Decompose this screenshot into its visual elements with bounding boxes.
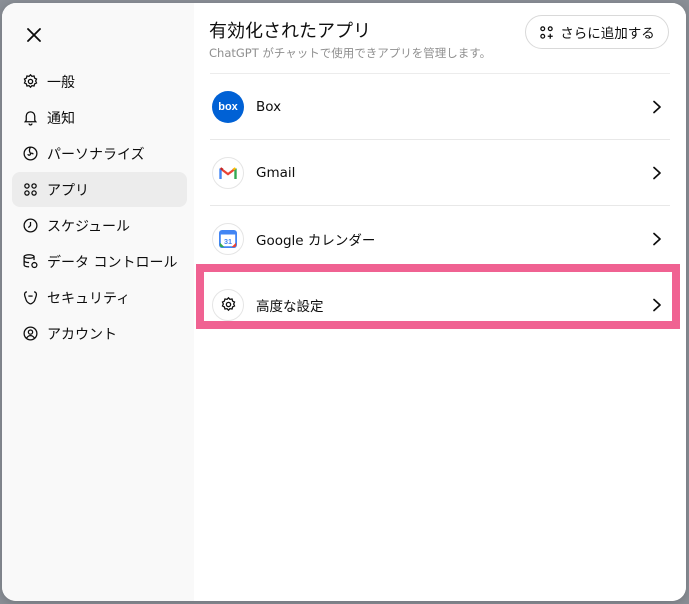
- sidebar-item-label: 一般: [47, 74, 75, 91]
- account-icon: [22, 325, 39, 342]
- settings-sidebar: 一般 通知 パーソナライズ アプリ スケジュール データ コントロール セキュリ…: [2, 3, 194, 601]
- settings-nav: 一般 通知 パーソナライズ アプリ スケジュール データ コントロール セキュリ…: [12, 64, 187, 352]
- clock-icon: [22, 217, 39, 234]
- box-logo-icon: box: [212, 90, 244, 123]
- apps-grid-icon: [22, 181, 39, 198]
- add-apps-icon: [540, 25, 553, 39]
- app-row-gmail[interactable]: Gmail: [210, 139, 670, 205]
- sidebar-item-notifications[interactable]: 通知: [12, 100, 187, 135]
- gear-icon: [22, 73, 39, 90]
- app-label: Google カレンダー: [256, 232, 376, 249]
- close-icon: [27, 28, 41, 42]
- page-title: 有効化されたアプリ: [209, 21, 371, 42]
- app-label: Box: [256, 98, 282, 115]
- page-subtitle: ChatGPT がチャットで使用できアプリを管理します。: [209, 46, 492, 60]
- shield-icon: [22, 289, 39, 306]
- sidebar-item-label: セキュリティ: [47, 290, 131, 307]
- sidebar-item-schedule[interactable]: スケジュール: [12, 208, 187, 243]
- bell-icon: [22, 109, 39, 126]
- gear-icon: [212, 288, 244, 321]
- sidebar-item-label: スケジュール: [47, 218, 131, 235]
- sidebar-item-data-controls[interactable]: データ コントロール: [12, 244, 187, 279]
- add-more-button[interactable]: さらに追加する: [525, 15, 669, 49]
- sidebar-item-label: 通知: [47, 110, 75, 127]
- sidebar-item-security[interactable]: セキュリティ: [12, 280, 187, 315]
- app-row-google-calendar[interactable]: 31 Google カレンダー: [210, 205, 670, 271]
- sidebar-item-general[interactable]: 一般: [12, 64, 187, 99]
- apps-panel: 有効化されたアプリ ChatGPT がチャットで使用できアプリを管理します。 さ…: [194, 3, 686, 601]
- google-calendar-icon: 31: [212, 222, 244, 255]
- chevron-right-icon: [653, 232, 661, 245]
- gmail-logo-icon: [212, 156, 244, 189]
- database-icon: [22, 253, 39, 270]
- sidebar-item-label: アプリ: [47, 182, 89, 199]
- sidebar-item-label: アカウント: [47, 326, 117, 343]
- app-label: Gmail: [256, 164, 296, 181]
- enabled-apps-list: box Box Gmail 31 Google カレンダー 高度な設定: [210, 73, 670, 337]
- advanced-settings-row[interactable]: 高度な設定: [210, 271, 670, 337]
- close-button[interactable]: [22, 23, 46, 47]
- settings-dialog: 一般 通知 パーソナライズ アプリ スケジュール データ コントロール セキュリ…: [2, 3, 686, 601]
- sidebar-item-account[interactable]: アカウント: [12, 316, 187, 351]
- app-row-box[interactable]: box Box: [210, 73, 670, 139]
- personalize-icon: [22, 145, 39, 162]
- add-more-label: さらに追加する: [560, 26, 655, 42]
- chevron-right-icon: [653, 298, 661, 311]
- sidebar-item-apps[interactable]: アプリ: [12, 172, 187, 207]
- sidebar-item-label: データ コントロール: [47, 254, 178, 271]
- chevron-right-icon: [653, 100, 661, 113]
- svg-text:31: 31: [224, 236, 232, 245]
- sidebar-item-label: パーソナライズ: [47, 146, 145, 163]
- sidebar-item-personalize[interactable]: パーソナライズ: [12, 136, 187, 171]
- app-label: 高度な設定: [256, 298, 324, 315]
- chevron-right-icon: [653, 166, 661, 179]
